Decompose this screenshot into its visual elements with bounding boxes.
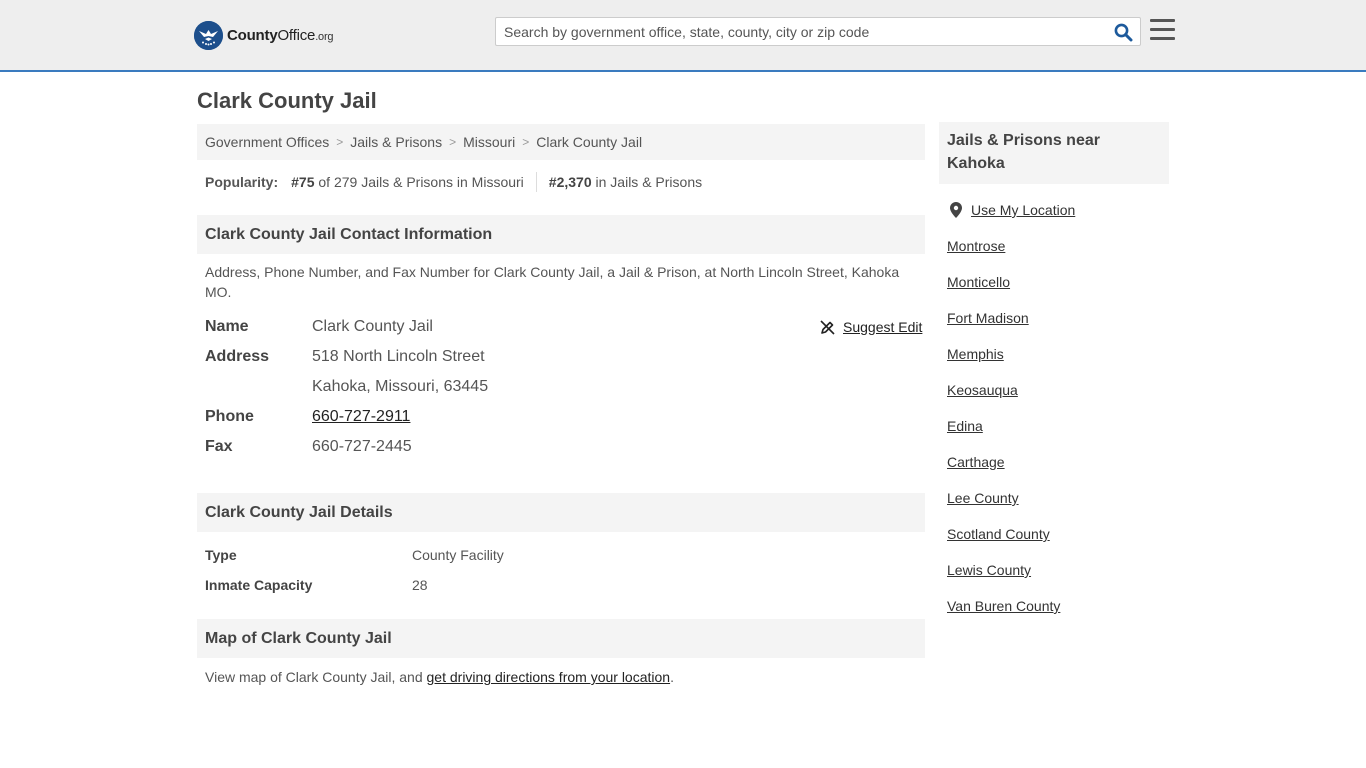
- capacity-value: 28: [412, 577, 428, 593]
- sidebar-heading: Jails & Prisons near Kahoka: [939, 122, 1169, 184]
- sidebar-link-fort-madison[interactable]: Fort Madison: [947, 308, 1029, 328]
- name-value: Clark County Jail: [312, 318, 433, 335]
- address-row-2: Kahoka, Missouri, 63445: [205, 372, 488, 402]
- search-box: [495, 17, 1141, 46]
- address-line2: Kahoka, Missouri, 63445: [312, 378, 489, 395]
- national-rank-text: in Jails & Prisons: [595, 174, 703, 190]
- popularity-bar: Popularity: #75 of 279 Jails & Prisons i…: [205, 172, 702, 192]
- type-value: County Facility: [412, 547, 504, 563]
- map-section-heading: Map of Clark County Jail: [197, 619, 925, 658]
- phone-label: Phone: [205, 408, 254, 425]
- phone-link[interactable]: 660-727-2911: [312, 408, 410, 425]
- logo-eagle-icon: [194, 20, 223, 50]
- sidebar-link-van-buren-county[interactable]: Van Buren County: [947, 596, 1060, 616]
- sidebar-link-memphis[interactable]: Memphis: [947, 344, 1004, 364]
- sidebar-link-carthage[interactable]: Carthage: [947, 452, 1005, 472]
- breadcrumb-jails-prisons[interactable]: Jails & Prisons: [350, 134, 442, 150]
- sidebar-link-montrose[interactable]: Montrose: [947, 236, 1005, 256]
- state-rank-text: of 279 Jails & Prisons in Missouri: [318, 174, 524, 190]
- site-header: CountyOffice.org: [0, 0, 1366, 72]
- driving-directions-link[interactable]: get driving directions from your locatio…: [427, 669, 671, 685]
- edit-pencil-icon: [820, 319, 835, 335]
- chevron-right-icon: >: [522, 135, 530, 149]
- search-icon: [1114, 23, 1132, 41]
- breadcrumb-government-offices[interactable]: Government Offices: [205, 134, 329, 150]
- chevron-right-icon: >: [336, 135, 344, 149]
- contact-description: Address, Phone Number, and Fax Number fo…: [205, 264, 900, 300]
- search-button[interactable]: [1110, 21, 1136, 43]
- search-input[interactable]: [496, 18, 1106, 45]
- fax-row: Fax 660-727-2445: [205, 432, 412, 462]
- logo-text: CountyOffice.org: [227, 26, 334, 44]
- capacity-row: Inmate Capacity 28: [205, 574, 428, 596]
- suggest-edit-link[interactable]: Suggest Edit: [820, 317, 922, 337]
- map-text-suffix: .: [670, 669, 674, 685]
- breadcrumb-current: Clark County Jail: [536, 134, 643, 150]
- use-my-location: Use My Location: [947, 200, 1075, 220]
- national-rank: #2,370: [548, 174, 592, 190]
- use-my-location-link[interactable]: Use My Location: [971, 202, 1075, 218]
- name-row: Name Clark County Jail: [205, 312, 433, 342]
- sidebar-link-scotland-county[interactable]: Scotland County: [947, 524, 1050, 544]
- sidebar-link-lee-county[interactable]: Lee County: [947, 488, 1019, 508]
- address-label: Address: [205, 348, 270, 365]
- site-logo[interactable]: CountyOffice.org: [194, 20, 334, 50]
- popularity-label: Popularity:: [205, 174, 279, 190]
- address-row: Address 518 North Lincoln Street: [205, 342, 485, 372]
- divider: [535, 172, 537, 192]
- map-text: View map of Clark County Jail, and: [205, 669, 427, 685]
- capacity-label: Inmate Capacity: [205, 577, 313, 593]
- breadcrumb-missouri[interactable]: Missouri: [463, 134, 515, 150]
- details-section-heading: Clark County Jail Details: [197, 493, 925, 532]
- suggest-edit-label: Suggest Edit: [843, 319, 923, 335]
- chevron-right-icon: >: [449, 135, 457, 149]
- sidebar-link-edina[interactable]: Edina: [947, 416, 983, 436]
- sidebar-link-monticello[interactable]: Monticello: [947, 272, 1010, 292]
- type-label: Type: [205, 547, 237, 563]
- fax-value: 660-727-2445: [312, 438, 412, 455]
- map-pin-icon: [947, 202, 965, 218]
- phone-row: Phone 660-727-2911: [205, 402, 410, 432]
- sidebar-link-keosauqua[interactable]: Keosauqua: [947, 380, 1018, 400]
- sidebar-link-lewis-county[interactable]: Lewis County: [947, 560, 1031, 580]
- contact-section-heading: Clark County Jail Contact Information: [197, 215, 925, 254]
- name-label: Name: [205, 318, 249, 335]
- map-description: View map of Clark County Jail, and get d…: [205, 667, 674, 687]
- breadcrumb: Government Offices > Jails & Prisons > M…: [197, 124, 925, 160]
- fax-label: Fax: [205, 438, 233, 455]
- page-title: Clark County Jail: [197, 88, 377, 113]
- state-rank: #75: [291, 174, 315, 190]
- type-row: Type County Facility: [205, 544, 504, 566]
- sidebar-heading-line1: Jails & Prisons near: [947, 132, 1100, 149]
- address-line1: 518 North Lincoln Street: [312, 348, 485, 365]
- sidebar-heading-line2: Kahoka: [947, 155, 1005, 172]
- hamburger-menu-icon[interactable]: [1150, 19, 1175, 42]
